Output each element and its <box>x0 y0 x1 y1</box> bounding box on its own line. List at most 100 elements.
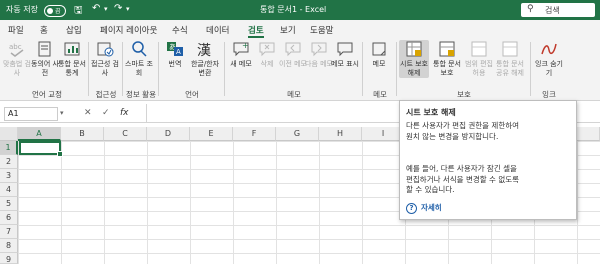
hangul-hanja-label: 한글/한자 변환 <box>190 60 220 77</box>
select-all-corner[interactable] <box>0 127 18 141</box>
tell-me-more-link[interactable]: ? 자세히 <box>406 202 442 214</box>
column-header[interactable]: B <box>61 127 104 141</box>
search-icon: ⚲ <box>527 4 534 14</box>
smart-lookup-label: 스마트 조회 <box>125 60 153 77</box>
hide-ink-button[interactable]: 잉크 숨기기 <box>534 40 564 78</box>
thesaurus-label: 동의어 사전 <box>31 60 59 77</box>
show-comments-icon <box>337 42 353 57</box>
tab-help[interactable]: 도움말 <box>310 24 333 36</box>
save-icon[interactable]: 🖫 <box>74 3 83 20</box>
group-separator <box>396 42 397 96</box>
redo-icon[interactable]: ↷ <box>114 3 122 14</box>
group-separator <box>530 42 531 96</box>
tab-data[interactable]: 데이터 <box>206 24 229 36</box>
group-separator <box>88 42 89 96</box>
workbook-statistics-icon <box>64 42 80 56</box>
unprotect-sheet-label: 시트 보호 해제 <box>400 60 428 77</box>
enter-icon[interactable]: ✓ <box>102 108 110 118</box>
undo-icon[interactable]: ↶ <box>92 3 100 14</box>
workbook-statistics-label: 통합 문서 통계 <box>58 60 86 77</box>
unshare-workbook-button[interactable]: 통합 문서 공유 해제 <box>494 40 526 78</box>
column-header[interactable]: G <box>276 127 319 141</box>
fill-handle[interactable] <box>57 151 63 157</box>
check-accessibility-label: 접근성 검사 <box>91 60 119 77</box>
undo-dropdown-icon[interactable]: ▾ <box>104 5 108 13</box>
next-comment-label: 다음 메모 <box>305 60 333 68</box>
insert-function-icon[interactable]: fx <box>120 108 129 118</box>
row-header[interactable]: 4 <box>0 183 18 197</box>
protect-workbook-button[interactable]: 통합 문서 보호 <box>432 40 462 78</box>
tooltip-description: 다른 사용자가 편집 권한을 제한하여 원치 않는 변경을 방지합니다. <box>406 121 520 141</box>
search-box[interactable]: ⚲ 검색 <box>521 3 595 17</box>
row-header[interactable]: 6 <box>0 211 18 225</box>
row-header[interactable]: 7 <box>0 225 18 239</box>
autosave-state: 끔 <box>55 8 61 15</box>
group-label-comments: 메모 <box>287 90 301 99</box>
tab-home[interactable]: 홈 <box>40 24 48 36</box>
new-comment-label: 새 메모 <box>230 60 252 68</box>
name-box[interactable]: A1 <box>4 107 58 121</box>
thesaurus-button[interactable]: 동의어 사전 <box>30 40 60 78</box>
translate-label: 번역 <box>168 60 182 68</box>
tab-formulas[interactable]: 수식 <box>172 24 188 36</box>
tab-page-layout[interactable]: 페이지 레이아웃 <box>100 24 157 36</box>
name-box-dropdown-icon[interactable]: ▾ <box>60 109 64 117</box>
tab-view[interactable]: 보기 <box>280 24 296 36</box>
spelling-label: 맞춤법 검사 <box>3 60 31 77</box>
row-header[interactable]: 2 <box>0 155 18 169</box>
name-box-value: A1 <box>8 109 19 118</box>
next-comment-icon <box>311 42 327 57</box>
smart-lookup-button[interactable]: 스마트 조회 <box>124 40 154 78</box>
tab-insert[interactable]: 삽입 <box>66 24 82 36</box>
accessibility-icon <box>97 42 114 57</box>
check-accessibility-button[interactable]: 접근성 검사 <box>90 40 120 78</box>
unprotect-sheet-icon <box>406 41 422 57</box>
notes-label: 메모 <box>372 60 386 68</box>
column-header[interactable]: D <box>147 127 190 141</box>
show-comments-button[interactable]: 메모 표시 <box>330 40 360 69</box>
group-label-notes: 메모 <box>373 90 387 99</box>
delete-comment-icon <box>259 42 275 57</box>
active-cell-a1[interactable] <box>19 141 63 157</box>
translate-button[interactable]: あA 번역 <box>160 40 190 69</box>
allow-edit-ranges-label: 범위 편집 허용 <box>465 60 493 77</box>
autosave-label: 자동 저장 <box>6 5 38 14</box>
spelling-button[interactable]: abc 맞춤법 검사 <box>2 40 32 78</box>
column-header[interactable]: F <box>233 127 276 141</box>
workbook-statistics-button[interactable]: 통합 문서 통계 <box>57 40 87 78</box>
unshare-workbook-label: 통합 문서 공유 해제 <box>496 60 524 77</box>
translate-icon: あA <box>167 42 183 56</box>
protect-workbook-icon <box>439 41 455 57</box>
unprotect-sheet-button[interactable]: 시트 보호 해제 <box>399 40 429 78</box>
autosave-toggle[interactable]: 끔 <box>44 5 66 17</box>
svg-text:A: A <box>176 48 181 56</box>
spelling-icon: abc <box>9 43 24 57</box>
new-comment-icon: + <box>233 41 249 57</box>
hangul-hanja-button[interactable]: 漢 한글/한자 변환 <box>188 40 222 78</box>
group-separator <box>158 42 159 96</box>
ribbon: abc 맞춤법 검사 동의어 사전 통합 문서 통계 접근성 검사 스마트 조회… <box>0 38 600 101</box>
thesaurus-icon <box>38 41 51 57</box>
column-header[interactable]: A <box>18 127 61 141</box>
column-header[interactable]: C <box>104 127 147 141</box>
group-separator <box>224 42 225 96</box>
column-header-overflow[interactable] <box>577 127 600 141</box>
group-label-language: 언어 <box>185 90 199 99</box>
tab-file[interactable]: 파일 <box>8 24 24 36</box>
cancel-icon[interactable]: ✕ <box>84 108 92 118</box>
customize-quick-access-icon[interactable]: ▾ <box>126 5 130 13</box>
row-header[interactable]: 1 <box>0 141 18 155</box>
row-header[interactable]: 5 <box>0 197 18 211</box>
row-header[interactable]: 8 <box>0 239 18 253</box>
tab-review[interactable]: 검토 <box>248 24 264 38</box>
group-label-insights: 정보 활용 <box>126 90 156 99</box>
allow-edit-ranges-button[interactable]: 범위 편집 허용 <box>464 40 494 78</box>
group-label-ink: 잉크 <box>542 90 556 99</box>
row-header[interactable]: 3 <box>0 169 18 183</box>
notes-button[interactable]: 메모 <box>364 40 394 69</box>
row-header[interactable]: 9 <box>0 253 18 264</box>
column-header[interactable]: H <box>319 127 362 141</box>
column-header[interactable]: E <box>190 127 233 141</box>
group-separator <box>122 42 123 96</box>
unprotect-sheet-tooltip: 시트 보호 해제 다른 사용자가 편집 권한을 제한하여 원치 않는 변경을 방… <box>399 100 577 220</box>
